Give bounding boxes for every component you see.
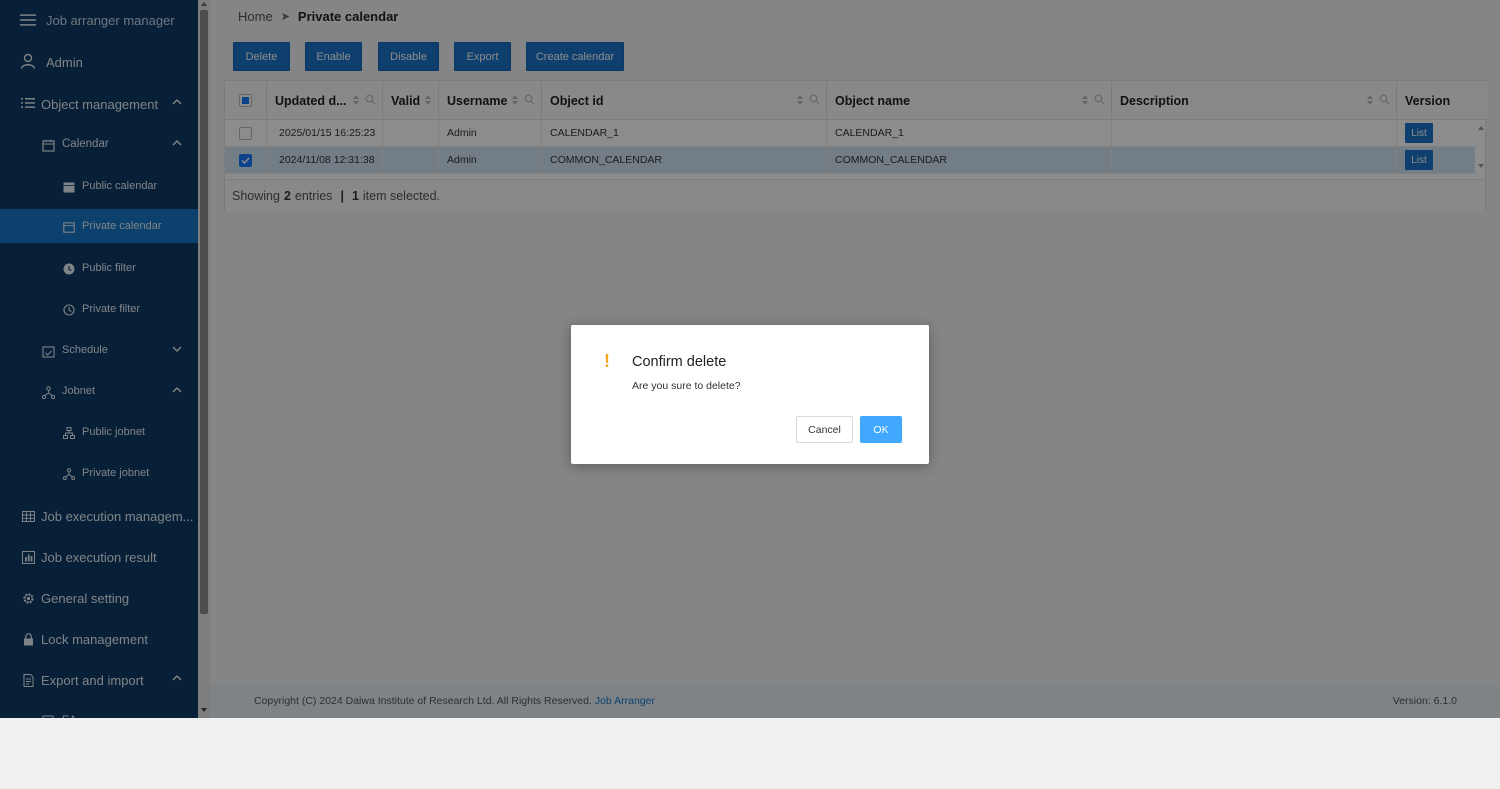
page-background [0,718,1500,789]
dialog-message: Are you sure to delete? [632,380,741,392]
cancel-button[interactable]: Cancel [796,416,853,443]
dialog-title: Confirm delete [632,354,727,370]
ok-button[interactable]: OK [860,416,902,443]
warning-icon: ! [604,351,610,371]
app-window: Job arranger manager Admin Object manage… [0,0,1500,718]
confirm-delete-dialog: ! Confirm delete Are you sure to delete?… [571,325,929,464]
